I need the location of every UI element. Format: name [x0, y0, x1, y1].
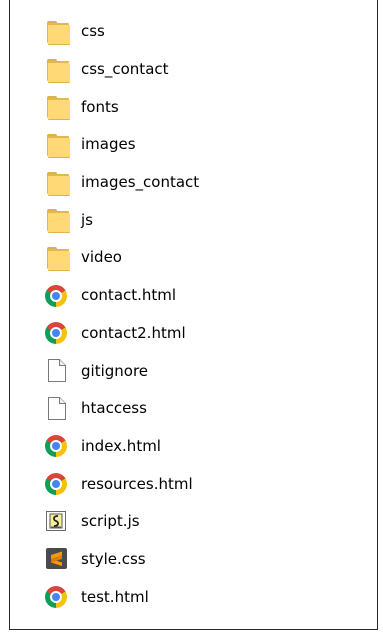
file-name: index.html: [81, 436, 161, 455]
file-name: images_contact: [81, 173, 200, 192]
file-name: gitignore: [81, 361, 149, 380]
folder-icon: [43, 171, 71, 196]
file-item-contact-html[interactable]: contact.html: [43, 277, 199, 315]
chrome-icon: [43, 434, 71, 458]
file-item-js[interactable]: js: [43, 201, 199, 239]
file-item-images-contact[interactable]: images_contact: [43, 164, 199, 202]
file-name: css_contact: [81, 60, 169, 79]
file-item-index-html[interactable]: index.html: [43, 428, 199, 466]
folder-icon: [43, 246, 71, 271]
file-explorer-pane: css css_contact fonts images images_cont…: [9, 0, 378, 630]
file-item-resources-html[interactable]: resources.html: [43, 465, 199, 503]
file-name: css: [81, 22, 105, 41]
folder-icon: [43, 20, 71, 45]
chrome-icon: [43, 472, 71, 496]
file-item-style-css[interactable]: style.css: [43, 541, 199, 579]
file-name: fonts: [81, 97, 119, 116]
file-name: style.css: [81, 549, 146, 568]
file-item-htaccess[interactable]: htaccess: [43, 390, 199, 428]
file-item-video[interactable]: video: [43, 239, 199, 277]
file-name: resources.html: [81, 474, 193, 493]
folder-icon: [43, 95, 71, 121]
file-name: images: [81, 135, 136, 154]
file-name: script.js: [81, 512, 140, 531]
file-item-images[interactable]: images: [43, 126, 199, 164]
file-list: css css_contact fonts images images_cont…: [43, 13, 199, 616]
file-item-script-js[interactable]: script.js: [43, 503, 199, 541]
file-name: test.html: [81, 587, 149, 606]
file-item-contact2-html[interactable]: contact2.html: [43, 315, 199, 353]
file-item-fonts[interactable]: fonts: [43, 88, 199, 126]
file-name: contact.html: [81, 286, 177, 305]
script-file-icon: [43, 510, 71, 534]
file-name: video: [81, 248, 122, 267]
chrome-icon: [43, 321, 71, 345]
file-item-test-html[interactable]: test.html: [43, 578, 199, 616]
file-item-css-contact[interactable]: css_contact: [43, 51, 199, 89]
chrome-icon: [43, 284, 71, 308]
file-item-gitignore[interactable]: gitignore: [43, 352, 199, 390]
folder-icon: [43, 208, 71, 234]
blank-file-icon: [43, 396, 71, 421]
sublime-text-icon: [43, 547, 71, 571]
folder-icon: [43, 133, 71, 158]
file-name: js: [81, 210, 93, 229]
file-item-css[interactable]: css: [43, 13, 199, 51]
blank-file-icon: [43, 359, 71, 383]
chrome-icon: [43, 585, 71, 609]
folder-icon: [43, 58, 71, 83]
file-name: htaccess: [81, 399, 147, 418]
file-name: contact2.html: [81, 323, 186, 342]
